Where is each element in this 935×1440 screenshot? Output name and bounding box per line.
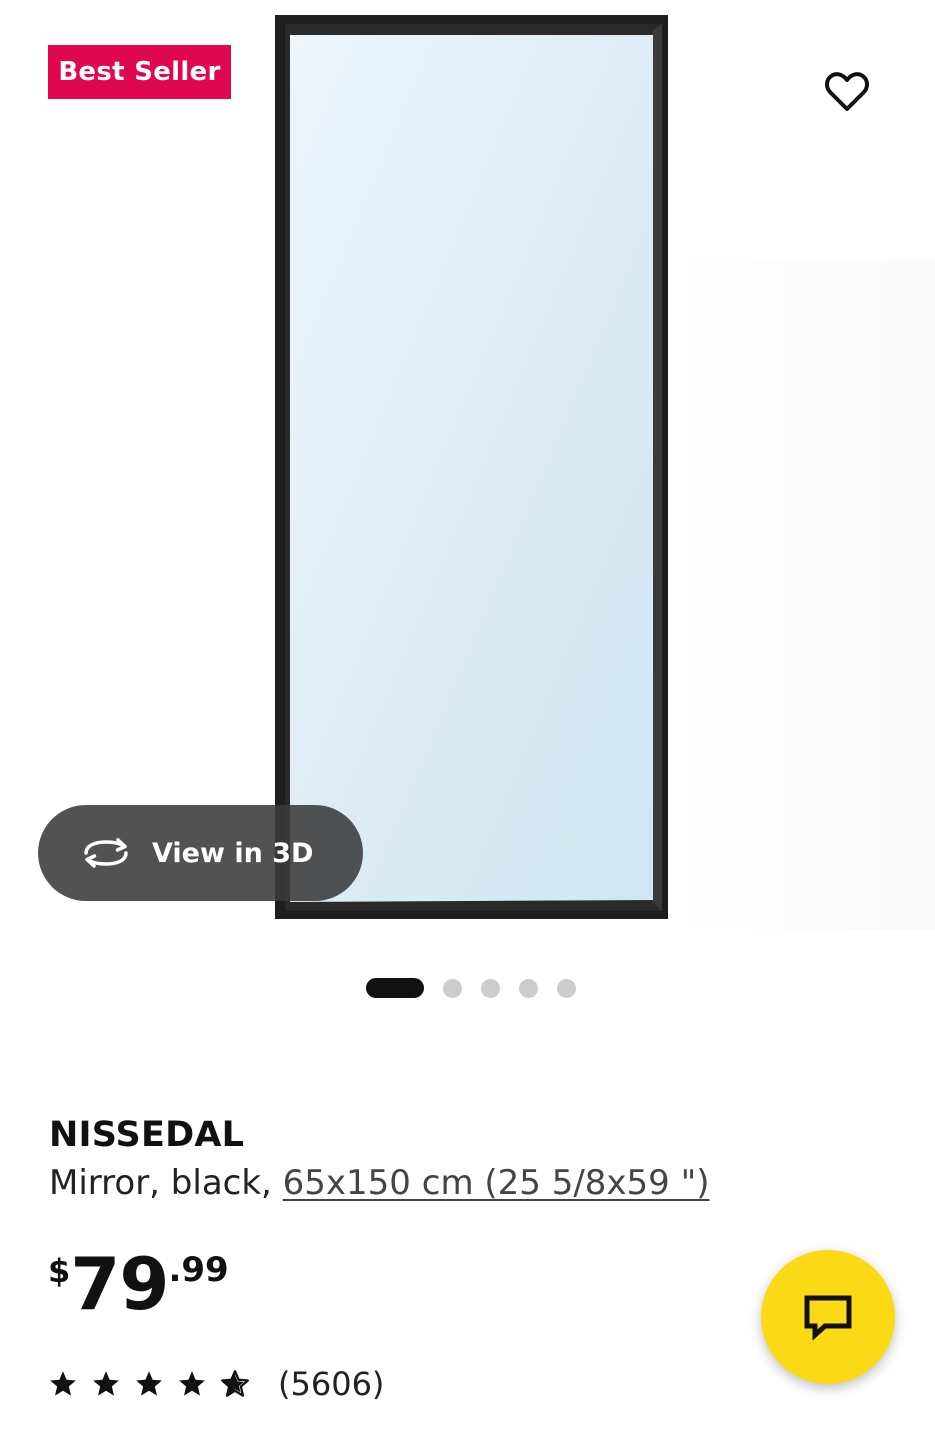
rating-count: (5606) (278, 1365, 385, 1403)
star-icon (179, 1371, 205, 1396)
product-type-color: Mirror, black, (49, 1163, 283, 1203)
best-seller-badge: Best Seller (48, 45, 231, 99)
star-half-icon (221, 1370, 249, 1397)
view-in-3d-label: View in 3D (152, 837, 314, 869)
carousel-dot-3[interactable] (481, 978, 500, 998)
heart-outline-icon (825, 72, 869, 111)
carousel-dot-4[interactable] (519, 978, 538, 998)
star-icon (93, 1371, 119, 1396)
price-integer: 79 (70, 1242, 169, 1326)
product-gallery[interactable]: Best Seller View in 3D (0, 0, 935, 1060)
product-description: Mirror, black, 65x150 cm (25 5/8x59 ") (49, 1163, 710, 1203)
star-icon (136, 1371, 162, 1396)
chat-bubble-icon (804, 1295, 852, 1341)
chat-button[interactable] (761, 1250, 895, 1384)
carousel-dot-5[interactable] (557, 978, 576, 998)
product-image-mirror[interactable] (0, 0, 935, 940)
carousel-dot-2[interactable] (443, 978, 462, 998)
star-icon (50, 1371, 76, 1396)
product-name: NISSEDAL (49, 1115, 245, 1155)
carousel-dot-1[interactable] (366, 978, 424, 998)
product-size-link[interactable]: 65x150 cm (25 5/8x59 ") (283, 1163, 710, 1203)
product-rating[interactable]: (5606) (48, 1364, 384, 1404)
view-in-3d-button[interactable]: View in 3D (38, 805, 363, 901)
carousel-pagination (366, 977, 576, 999)
favorite-button[interactable] (812, 62, 882, 122)
price-decimal: .99 (168, 1250, 229, 1290)
rotate-3d-icon (78, 833, 134, 873)
price-currency: $ (48, 1252, 71, 1290)
product-price: $ 79 .99 (48, 1248, 229, 1328)
